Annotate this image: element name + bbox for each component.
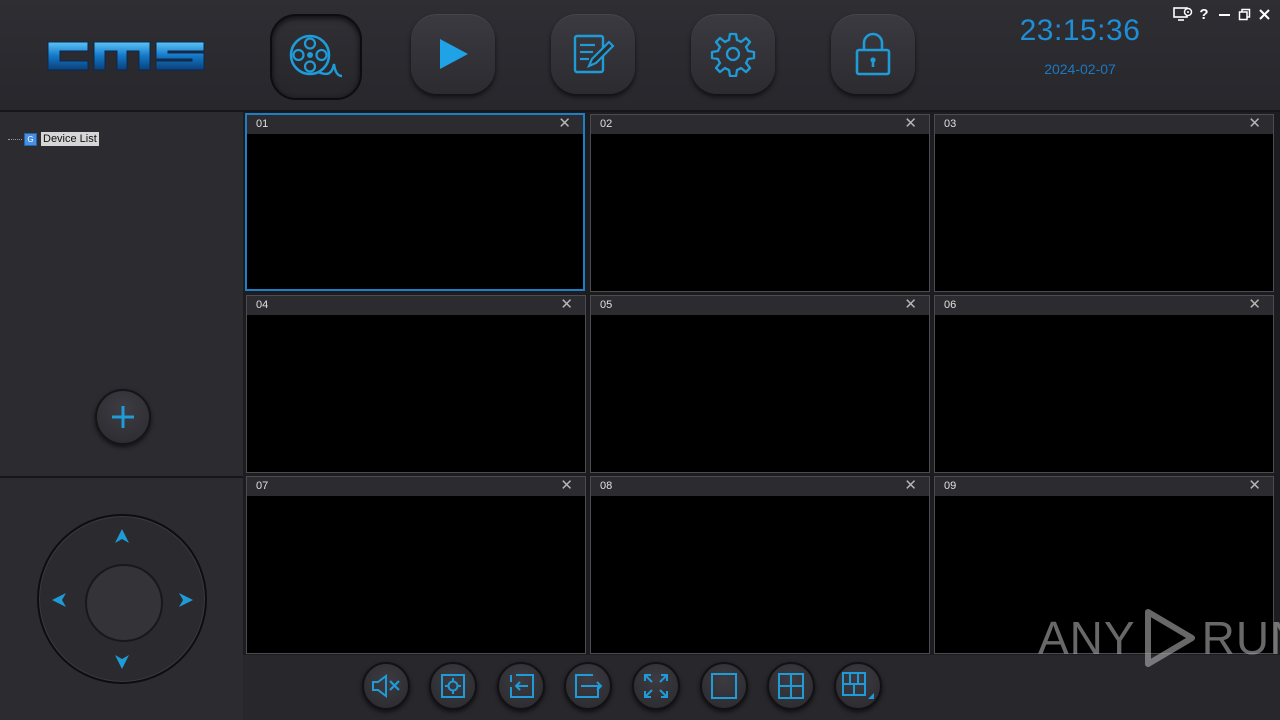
nav-log-button[interactable] — [551, 14, 635, 94]
restore-icon — [1238, 8, 1250, 20]
custom-layout-icon — [842, 672, 874, 699]
video-cell-05[interactable]: 05 ✕ — [590, 295, 930, 473]
single-layout-icon — [711, 673, 737, 699]
next-page-button[interactable] — [564, 662, 612, 710]
cell-close-icon[interactable]: ✕ — [904, 297, 917, 313]
video-cell-02[interactable]: 02 ✕ — [590, 114, 930, 292]
minimize-button[interactable] — [1216, 5, 1232, 23]
next-page-icon — [575, 674, 603, 698]
minimize-icon — [1218, 13, 1230, 16]
custom-layout-button[interactable] — [834, 662, 882, 710]
tree-connector — [8, 138, 22, 140]
watermark-left: ANY — [1038, 612, 1136, 664]
sidebar-divider — [0, 476, 243, 478]
video-cell-01[interactable]: 01 ✕ — [245, 113, 585, 291]
cell-number: 07 — [256, 480, 269, 492]
ptz-center-button[interactable] — [85, 564, 163, 642]
cell-close-icon[interactable]: ✕ — [560, 297, 573, 313]
close-button[interactable] — [1256, 5, 1272, 23]
ptz-left-icon[interactable] — [51, 592, 67, 608]
ptz-right-icon[interactable] — [178, 592, 194, 608]
restore-button[interactable] — [1236, 5, 1252, 23]
plus-icon — [112, 406, 134, 428]
cell-number: 03 — [944, 118, 957, 130]
quad-layout-icon — [778, 673, 804, 699]
cell-close-icon[interactable]: ✕ — [1248, 297, 1261, 313]
cell-close-icon[interactable]: ✕ — [560, 478, 573, 494]
video-cell-08[interactable]: 08 ✕ — [590, 476, 930, 654]
device-list-label[interactable]: Device List — [41, 132, 99, 146]
clock-date: 2024-02-07 — [1044, 61, 1116, 77]
cell-close-icon[interactable]: ✕ — [904, 116, 917, 132]
cell-header: 01 ✕ — [247, 115, 583, 134]
cell-close-icon[interactable]: ✕ — [558, 116, 571, 132]
cell-close-icon[interactable]: ✕ — [904, 478, 917, 494]
cell-header: 04 ✕ — [247, 296, 585, 315]
nav-live-view-button[interactable] — [270, 14, 362, 100]
anyrun-watermark: ANY RUN — [1038, 606, 1280, 670]
device-tree-root[interactable]: G Device List — [8, 131, 99, 147]
snapshot-button[interactable] — [429, 662, 477, 710]
cell-close-icon[interactable]: ✕ — [1248, 116, 1261, 132]
nav-lock-button[interactable] — [831, 14, 915, 94]
help-icon: ? — [1199, 5, 1209, 23]
mute-icon — [372, 674, 400, 698]
mute-button[interactable] — [362, 662, 410, 710]
cell-number: 01 — [256, 118, 269, 130]
cell-number: 09 — [944, 480, 957, 492]
monitor-settings-icon — [1173, 7, 1193, 21]
cell-number: 06 — [944, 299, 957, 311]
video-cell-03[interactable]: 03 ✕ — [934, 114, 1274, 292]
video-cell-04[interactable]: 04 ✕ — [246, 295, 586, 473]
cell-header: 05 ✕ — [591, 296, 929, 315]
single-layout-button[interactable] — [700, 662, 748, 710]
nav-playback-button[interactable] — [411, 14, 495, 94]
clock-time: 23:15:36 — [1019, 14, 1141, 47]
device-group-icon: G — [24, 132, 37, 146]
lock-icon — [855, 32, 891, 76]
watermark-right: RUN — [1201, 612, 1280, 664]
video-reel-icon — [289, 34, 343, 78]
fullscreen-icon — [644, 674, 668, 698]
cell-number: 02 — [600, 118, 613, 130]
play-logo-icon — [1144, 609, 1195, 667]
snapshot-icon — [441, 674, 465, 698]
cms-logo — [47, 41, 205, 71]
video-cell-07[interactable]: 07 ✕ — [246, 476, 586, 654]
play-icon — [440, 39, 468, 69]
edit-log-icon — [573, 34, 615, 74]
add-device-button[interactable] — [95, 389, 151, 445]
gear-icon — [710, 32, 756, 77]
monitor-settings-button[interactable] — [1172, 5, 1194, 23]
cell-close-icon[interactable]: ✕ — [1248, 478, 1261, 494]
help-button[interactable]: ? — [1197, 5, 1211, 23]
quad-layout-button[interactable] — [767, 662, 815, 710]
video-cell-06[interactable]: 06 ✕ — [934, 295, 1274, 473]
cell-header: 02 ✕ — [591, 115, 929, 134]
ptz-control-pad — [37, 514, 207, 684]
nav-settings-button[interactable] — [691, 14, 775, 94]
cell-number: 08 — [600, 480, 613, 492]
cell-header: 03 ✕ — [935, 115, 1273, 134]
cell-header: 09 ✕ — [935, 477, 1273, 496]
cell-header: 08 ✕ — [591, 477, 929, 496]
fullscreen-button[interactable] — [632, 662, 680, 710]
ptz-down-icon[interactable] — [114, 654, 130, 670]
cell-number: 04 — [256, 299, 269, 311]
previous-page-button[interactable] — [497, 662, 545, 710]
cell-header: 07 ✕ — [247, 477, 585, 496]
cell-header: 06 ✕ — [935, 296, 1273, 315]
ptz-up-icon[interactable] — [114, 528, 130, 544]
previous-page-icon — [510, 674, 534, 698]
cell-number: 05 — [600, 299, 613, 311]
close-icon — [1258, 8, 1270, 20]
